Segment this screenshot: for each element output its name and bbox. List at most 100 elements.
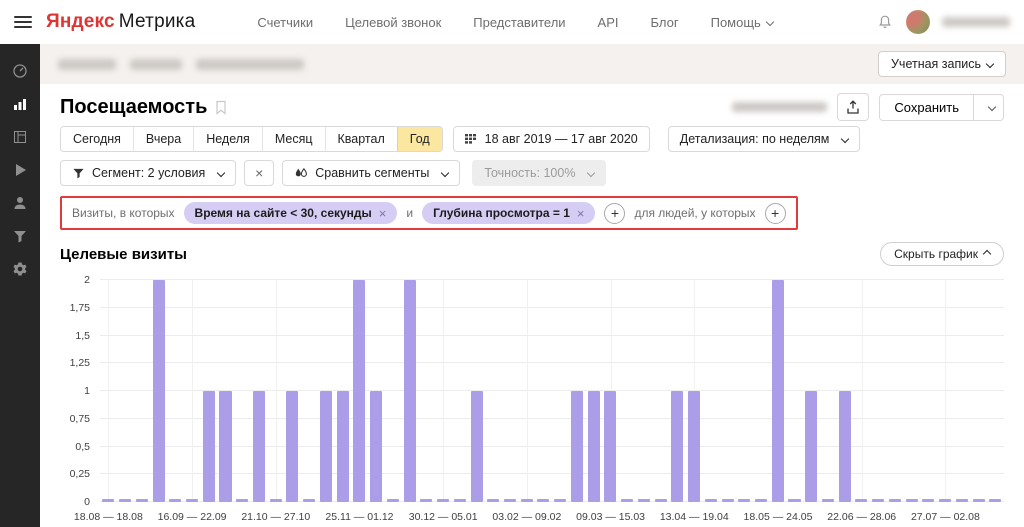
nav-item-counters[interactable]: Счетчики <box>257 15 313 30</box>
add-visit-condition-button[interactable]: + <box>604 203 625 224</box>
bar[interactable] <box>636 280 653 502</box>
bar[interactable] <box>117 280 134 502</box>
bar[interactable] <box>753 280 770 502</box>
sidebar-item-settings[interactable] <box>11 260 29 278</box>
bar[interactable] <box>920 280 937 502</box>
bar[interactable] <box>836 280 853 502</box>
bar[interactable] <box>535 280 552 502</box>
save-button[interactable]: Сохранить <box>879 94 974 121</box>
bar[interactable] <box>351 280 368 502</box>
export-button[interactable] <box>837 93 869 121</box>
bar[interactable] <box>853 280 870 502</box>
sidebar-item-visitors[interactable] <box>11 194 29 212</box>
bar[interactable] <box>736 280 753 502</box>
date-range-button[interactable]: 18 авг 2019 — 17 авг 2020 <box>453 126 650 152</box>
detail-dropdown[interactable]: Детализация: по неделям <box>668 126 861 152</box>
bar[interactable] <box>970 280 987 502</box>
nav-item-blog[interactable]: Блог <box>651 15 679 30</box>
bar[interactable] <box>502 280 519 502</box>
breadcrumb-report-redacted[interactable] <box>196 59 304 70</box>
bar[interactable] <box>987 280 1004 502</box>
sidebar-item-dashboard[interactable] <box>11 62 29 80</box>
username-redacted[interactable] <box>942 17 1010 27</box>
bookmark-icon[interactable] <box>215 100 227 115</box>
tab-year[interactable]: Год <box>397 127 442 151</box>
tab-quarter[interactable]: Квартал <box>325 127 397 151</box>
bar[interactable] <box>267 280 284 502</box>
bar[interactable] <box>368 280 385 502</box>
bar[interactable] <box>100 280 117 502</box>
bar[interactable] <box>468 280 485 502</box>
user-avatar[interactable] <box>906 10 930 34</box>
nav-item-representatives[interactable]: Представители <box>473 15 565 30</box>
bar[interactable] <box>217 280 234 502</box>
bar[interactable] <box>518 280 535 502</box>
nav-item-api[interactable]: API <box>598 15 619 30</box>
yandex-metrica-logo[interactable]: ЯндексМетрика <box>46 11 195 33</box>
bar[interactable] <box>301 280 318 502</box>
bar[interactable] <box>903 280 920 502</box>
tab-yesterday[interactable]: Вчера <box>133 127 193 151</box>
remove-condition-icon[interactable]: × <box>379 207 387 220</box>
bell-icon[interactable] <box>876 13 894 31</box>
bar[interactable] <box>786 280 803 502</box>
sidebar-item-segments[interactable] <box>11 227 29 245</box>
bar[interactable] <box>401 280 418 502</box>
tab-today[interactable]: Сегодня <box>61 127 133 151</box>
bar[interactable] <box>552 280 569 502</box>
bar[interactable] <box>435 280 452 502</box>
sidebar-item-reports[interactable] <box>11 95 29 113</box>
hide-chart-button[interactable]: Скрыть график <box>880 242 1004 266</box>
bar[interactable] <box>769 280 786 502</box>
condition-pill-time-on-site[interactable]: Время на сайте < 30, секунды × <box>184 202 398 224</box>
bar[interactable] <box>184 280 201 502</box>
bar[interactable] <box>870 280 887 502</box>
clear-segment-button[interactable]: × <box>244 160 274 186</box>
bar[interactable] <box>167 280 184 502</box>
sidebar-item-maps[interactable] <box>11 128 29 146</box>
bar[interactable] <box>150 280 167 502</box>
compare-segments-button[interactable]: Сравнить сегменты <box>282 160 460 186</box>
hamburger-menu-icon[interactable] <box>14 16 32 28</box>
bar[interactable] <box>602 280 619 502</box>
bar[interactable] <box>619 280 636 502</box>
chart: 00,250,50,7511,251,51,752 <box>60 280 1004 502</box>
add-user-condition-button[interactable]: + <box>765 203 786 224</box>
tab-month[interactable]: Месяц <box>262 127 325 151</box>
bar[interactable] <box>937 280 954 502</box>
tab-week[interactable]: Неделя <box>193 127 262 151</box>
bar[interactable] <box>686 280 703 502</box>
bar[interactable] <box>384 280 401 502</box>
nav-item-target-call[interactable]: Целевой звонок <box>345 15 441 30</box>
bar[interactable] <box>803 280 820 502</box>
bar[interactable] <box>133 280 150 502</box>
bar[interactable] <box>318 280 335 502</box>
bar[interactable] <box>569 280 586 502</box>
breadcrumb-section-redacted[interactable] <box>130 59 182 70</box>
bar[interactable] <box>953 280 970 502</box>
nav-item-help[interactable]: Помощь <box>711 15 773 30</box>
account-button[interactable]: Учетная запись <box>878 51 1006 77</box>
bar[interactable] <box>334 280 351 502</box>
bar[interactable] <box>585 280 602 502</box>
chevron-down-icon <box>841 135 849 143</box>
bar[interactable] <box>485 280 502 502</box>
bar[interactable] <box>418 280 435 502</box>
sidebar-item-webvisor[interactable] <box>11 161 29 179</box>
segment-button[interactable]: Сегмент: 2 условия <box>60 160 236 186</box>
bar[interactable] <box>887 280 904 502</box>
bar[interactable] <box>652 280 669 502</box>
bar[interactable] <box>284 280 301 502</box>
bar[interactable] <box>719 280 736 502</box>
save-dropdown-button[interactable] <box>974 94 1004 121</box>
bar[interactable] <box>234 280 251 502</box>
remove-condition-icon[interactable]: × <box>577 207 585 220</box>
bar[interactable] <box>669 280 686 502</box>
bar[interactable] <box>251 280 268 502</box>
bar[interactable] <box>702 280 719 502</box>
bar[interactable] <box>820 280 837 502</box>
bar[interactable] <box>451 280 468 502</box>
breadcrumb-counter-redacted[interactable] <box>58 59 116 70</box>
bar[interactable] <box>200 280 217 502</box>
condition-pill-page-depth[interactable]: Глубина просмотра = 1 × <box>422 202 595 224</box>
